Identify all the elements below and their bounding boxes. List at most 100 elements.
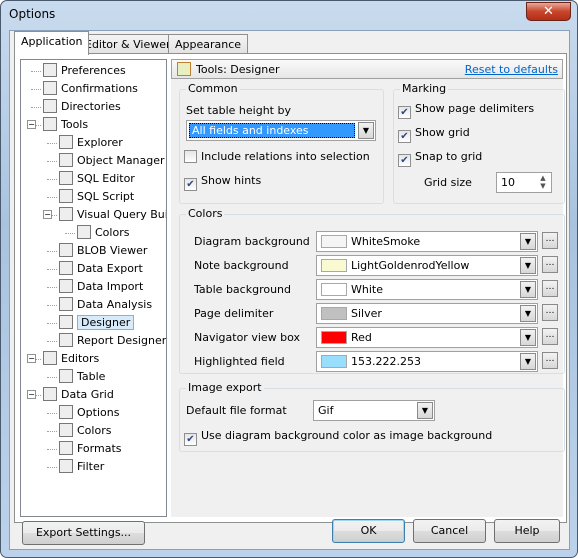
tree-node-icon bbox=[59, 369, 73, 383]
color-value: Red bbox=[351, 331, 372, 344]
dialog-client: Application Editor & Viewers Appearance … bbox=[9, 30, 570, 550]
tree-item[interactable]: SQL Script bbox=[59, 188, 134, 205]
chevron-down-icon[interactable]: ▼ bbox=[520, 281, 536, 298]
tree-item[interactable]: Data Analysis bbox=[59, 296, 152, 313]
color-label: Navigator view box bbox=[194, 331, 301, 344]
cancel-button[interactable]: Cancel bbox=[413, 519, 486, 543]
colors-group-label: Colors bbox=[186, 207, 225, 220]
color-select[interactable]: White ▼ bbox=[316, 279, 538, 300]
tree-node-icon bbox=[59, 135, 73, 149]
tree-item[interactable]: Formats bbox=[59, 440, 122, 457]
tree-item[interactable]: Preferences bbox=[43, 62, 126, 79]
file-format-select[interactable]: Gif ▼ bbox=[313, 400, 435, 421]
ellipsis-button[interactable]: … bbox=[542, 328, 558, 345]
color-select[interactable]: LightGoldenrodYellow ▼ bbox=[316, 255, 538, 276]
export-settings-button[interactable]: Export Settings... bbox=[22, 521, 145, 545]
tree-item-label: Object Manager bbox=[77, 154, 165, 167]
collapse-icon[interactable]: − bbox=[43, 210, 52, 219]
show-page-delimiters-checkbox[interactable]: ✔ Show page delimiters bbox=[398, 102, 534, 119]
tree-node-icon bbox=[43, 351, 57, 365]
chevron-down-icon[interactable]: ▼ bbox=[520, 353, 536, 370]
tree-line bbox=[47, 269, 57, 270]
options-tree[interactable]: Preferences Confirmations Directories Tools… bbox=[20, 59, 167, 517]
image-export-group: Image export Default file format Gif ▼ ✔… bbox=[179, 381, 565, 452]
tree-item[interactable]: Designer bbox=[59, 314, 135, 331]
color-swatch bbox=[321, 307, 347, 320]
show-hints-checkbox[interactable]: ✔ Show hints bbox=[184, 174, 261, 191]
marking-group-label: Marking bbox=[400, 82, 449, 95]
use-bg-checkbox[interactable]: ✔ Use diagram background color as image b… bbox=[184, 429, 492, 446]
chevron-down-icon[interactable]: ▼ bbox=[520, 329, 536, 346]
checkbox-icon[interactable]: ✔ bbox=[398, 130, 411, 143]
tree-item[interactable]: Explorer bbox=[59, 134, 123, 151]
table-height-select[interactable]: All fields and indexes ▼ bbox=[186, 120, 376, 141]
tree-item[interactable]: BLOB Viewer bbox=[59, 242, 147, 259]
tree-item[interactable]: Data Grid bbox=[43, 386, 114, 403]
tree-item[interactable]: Data Export bbox=[59, 260, 143, 277]
tree-item-label: Options bbox=[77, 406, 120, 419]
spinner-arrows-icon[interactable]: ▲ ▼ bbox=[536, 174, 550, 191]
include-relations-checkbox[interactable]: Include relations into selection bbox=[184, 150, 370, 163]
close-button[interactable]: ✕ bbox=[526, 2, 571, 21]
show-grid-checkbox[interactable]: ✔ Show grid bbox=[398, 126, 470, 143]
tree-item[interactable]: Data Import bbox=[59, 278, 143, 295]
reset-defaults-link[interactable]: Reset to defaults bbox=[465, 63, 558, 76]
marking-group: Marking ✔ Show page delimiters ✔ Show grid… bbox=[393, 82, 565, 204]
ellipsis-button[interactable]: … bbox=[542, 256, 558, 273]
color-label: Table background bbox=[194, 283, 292, 296]
tree-node-icon bbox=[43, 81, 57, 95]
collapse-icon[interactable]: − bbox=[27, 390, 36, 399]
color-select[interactable]: Silver ▼ bbox=[316, 303, 538, 324]
tree-item-label: Report Designer bbox=[77, 334, 167, 347]
tree-line bbox=[31, 89, 41, 90]
tree-line bbox=[47, 323, 57, 324]
tree-item[interactable]: Table bbox=[59, 368, 105, 385]
chevron-down-icon[interactable]: ▼ bbox=[417, 402, 433, 419]
checkbox-icon[interactable]: ✔ bbox=[398, 106, 411, 119]
tree-line bbox=[47, 341, 57, 342]
color-select[interactable]: WhiteSmoke ▼ bbox=[316, 231, 538, 252]
tree-item[interactable]: Editors bbox=[43, 350, 99, 367]
chevron-down-icon[interactable]: ▼ bbox=[520, 233, 536, 250]
chevron-down-icon[interactable]: ▼ bbox=[520, 257, 536, 274]
tree-line bbox=[47, 377, 57, 378]
tree-item[interactable]: Tools bbox=[43, 116, 88, 133]
tree-line bbox=[47, 161, 57, 162]
checkbox-icon[interactable] bbox=[184, 150, 197, 163]
grid-size-spinner[interactable]: 10 ▲ ▼ bbox=[496, 172, 552, 193]
checkbox-icon[interactable]: ✔ bbox=[184, 178, 197, 191]
ellipsis-button[interactable]: … bbox=[542, 280, 558, 297]
tree-line bbox=[47, 143, 57, 144]
checkbox-icon[interactable]: ✔ bbox=[398, 154, 411, 167]
collapse-icon[interactable]: − bbox=[27, 120, 36, 129]
tree-item[interactable]: Colors bbox=[59, 422, 111, 439]
color-select[interactable]: Red ▼ bbox=[316, 327, 538, 348]
snap-to-grid-checkbox[interactable]: ✔ Snap to grid bbox=[398, 150, 482, 167]
checkbox-icon[interactable]: ✔ bbox=[184, 433, 197, 446]
tree-item[interactable]: Options bbox=[59, 404, 119, 421]
ellipsis-button[interactable]: … bbox=[542, 232, 558, 249]
help-button[interactable]: Help bbox=[494, 519, 560, 543]
collapse-icon[interactable]: − bbox=[27, 354, 36, 363]
chevron-down-icon[interactable]: ▼ bbox=[358, 122, 374, 139]
color-swatch bbox=[321, 259, 347, 272]
tab-application[interactable]: Application bbox=[14, 31, 90, 55]
ellipsis-button[interactable]: … bbox=[542, 304, 558, 321]
ok-button[interactable]: OK bbox=[332, 519, 405, 543]
tree-item[interactable]: SQL Editor bbox=[59, 170, 135, 187]
tree-item[interactable]: Report Designer bbox=[59, 332, 166, 349]
color-value: 153.222.253 bbox=[351, 355, 421, 368]
tree-item-label: Data Analysis bbox=[77, 298, 153, 311]
tab-appearance[interactable]: Appearance bbox=[168, 34, 249, 54]
image-export-group-label: Image export bbox=[186, 381, 264, 394]
tree-item[interactable]: Colors bbox=[77, 224, 129, 241]
tree-item[interactable]: Confirmations bbox=[43, 80, 138, 97]
tree-item[interactable]: Object Manager bbox=[59, 152, 165, 169]
tree-item-label: Filter bbox=[77, 460, 105, 473]
tree-item[interactable]: Visual Query Builder bbox=[59, 206, 166, 223]
color-select[interactable]: 153.222.253 ▼ bbox=[316, 351, 538, 372]
ellipsis-button[interactable]: … bbox=[542, 352, 558, 369]
chevron-down-icon[interactable]: ▼ bbox=[520, 305, 536, 322]
tree-item[interactable]: Filter bbox=[59, 458, 104, 475]
tree-item[interactable]: Directories bbox=[43, 98, 121, 115]
